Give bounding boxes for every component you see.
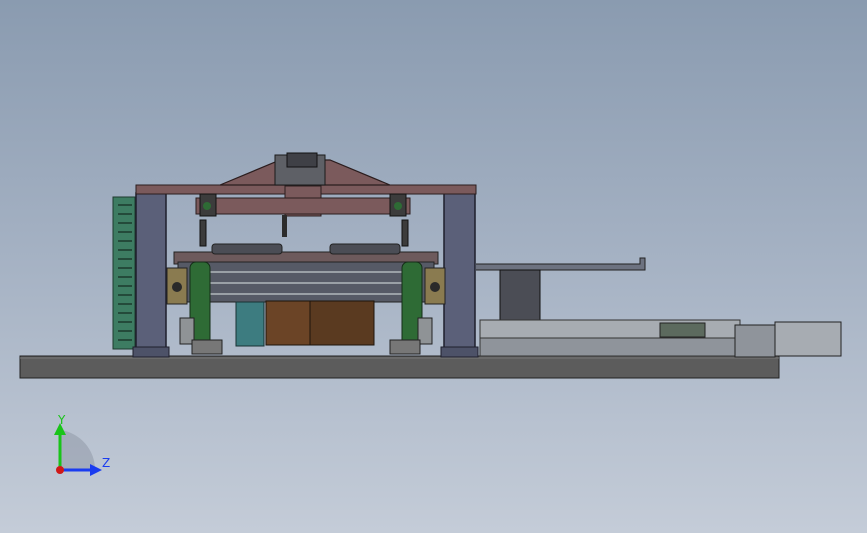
conveyor-body bbox=[173, 243, 439, 303]
carriage-bar bbox=[195, 197, 411, 215]
cad-viewport[interactable]: Y Z bbox=[0, 0, 867, 533]
servo-motor bbox=[734, 321, 842, 358]
axis-triad bbox=[54, 423, 102, 476]
right-support-arm bbox=[476, 257, 646, 323]
base-plate bbox=[19, 355, 780, 379]
y-axis-label: Y bbox=[58, 413, 66, 427]
machine-assembly-drawing[interactable] bbox=[0, 0, 867, 533]
left-column bbox=[135, 192, 167, 357]
z-axis-label: Z bbox=[102, 456, 111, 470]
top-actuator bbox=[274, 152, 326, 237]
right-column bbox=[443, 192, 476, 357]
left-grill bbox=[112, 196, 136, 350]
drive-motor bbox=[235, 300, 375, 347]
